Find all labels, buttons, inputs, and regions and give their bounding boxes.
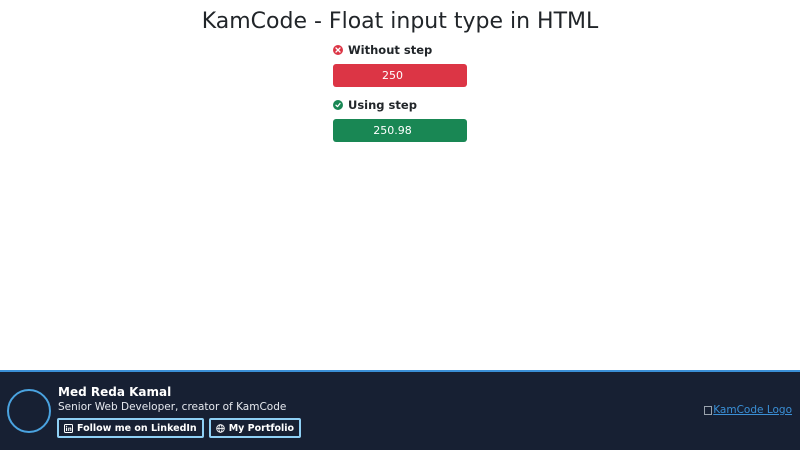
x-circle-icon [333,45,343,55]
footer: Med Reda Kamal Senior Web Developer, cre… [0,370,800,450]
kamcode-logo-alt: KamCode Logo [713,404,792,416]
author-role: Senior Web Developer, creator of KamCode [58,401,287,413]
page: KamCode - Float input type in HTML Witho… [0,0,800,450]
globe-icon [215,423,225,433]
author-name: Med Reda Kamal [58,385,172,399]
without-step-input[interactable] [333,64,467,87]
using-step-label: Using step [333,97,467,113]
using-step-label-text: Using step [348,98,417,112]
portfolio-button-label: My Portfolio [228,422,295,434]
using-step-input[interactable] [333,119,467,142]
footer-buttons: Follow me on LinkedIn My Portfolio [57,418,302,438]
without-step-group: Without step [333,42,467,87]
linkedin-button-label: Follow me on LinkedIn [77,422,197,434]
without-step-label: Without step [333,42,467,58]
kamcode-logo-link[interactable]: KamCode Logo [704,404,792,416]
using-step-group: Using step [333,97,467,142]
linkedin-icon [64,423,73,433]
check-circle-icon [333,100,343,110]
broken-image-icon [704,405,713,415]
without-step-label-text: Without step [348,43,433,57]
portfolio-button[interactable]: My Portfolio [208,418,302,438]
linkedin-button[interactable]: Follow me on LinkedIn [57,418,204,438]
page-title: KamCode - Float input type in HTML [201,9,599,34]
avatar [7,389,51,433]
float-input-demo: Without step Using step [333,42,467,142]
